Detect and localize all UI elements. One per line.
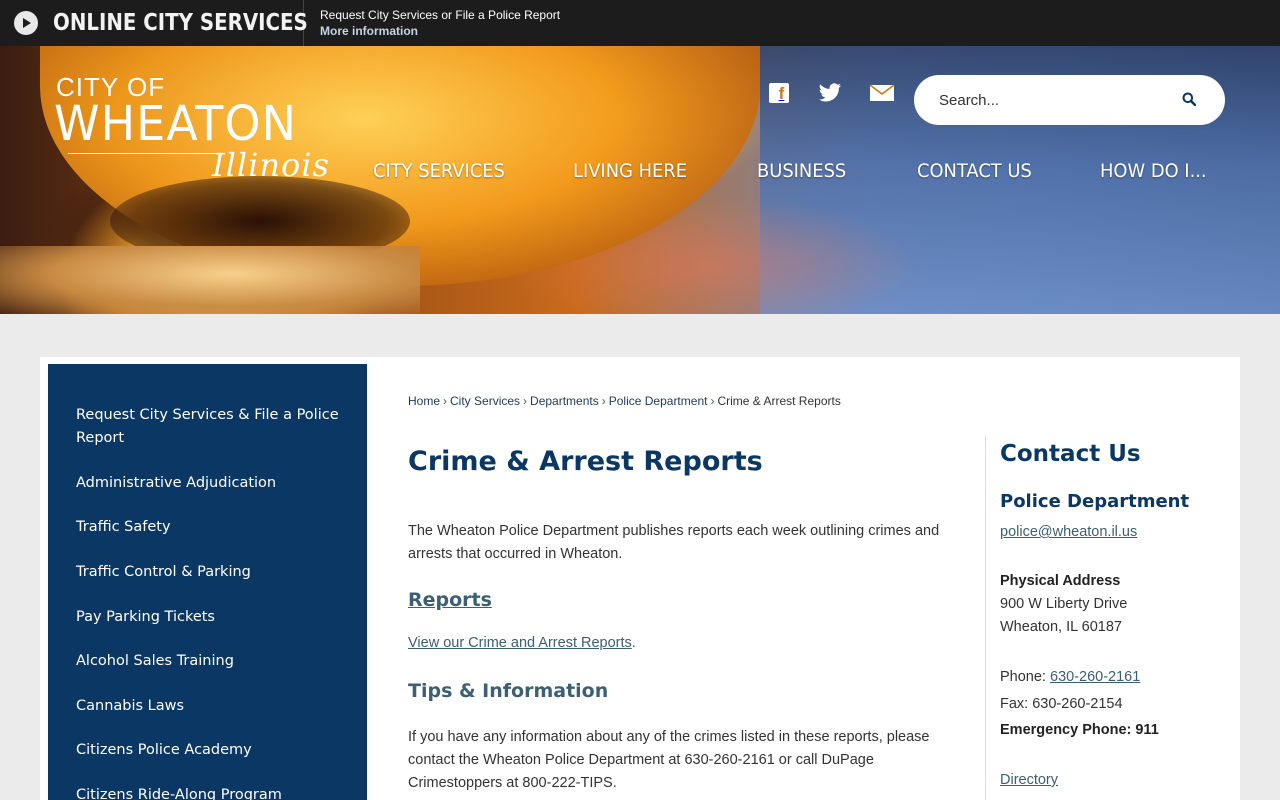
play-icon[interactable] [14, 11, 38, 35]
email-link[interactable]: police@wheaton.il.us [1000, 524, 1137, 540]
directory-link[interactable]: Directory [1000, 772, 1058, 788]
nav-contact-us[interactable]: CONTACT US [917, 160, 1032, 182]
announcement-title: Request City Services or File a Police R… [320, 8, 561, 22]
search-icon[interactable] [1182, 92, 1198, 108]
address-line-2: Wheaton, IL 60187 [1000, 619, 1122, 635]
sidebar-item-traffic-safety[interactable]: Traffic Safety [76, 516, 346, 539]
sidebar-item-pay-parking-tickets[interactable]: Pay Parking Tickets [76, 606, 346, 629]
sidebar-item-request-services[interactable]: Request City Services & File a Police Re… [76, 404, 346, 450]
page-title: Crime & Arrest Reports [408, 446, 763, 477]
twitter-icon[interactable] [818, 83, 842, 103]
main-navigation: CITY SERVICES LIVING HERE BUSINESS CONTA… [0, 160, 1280, 184]
address-label: Physical Address [1000, 573, 1121, 589]
nav-business[interactable]: BUSINESS [757, 160, 846, 182]
online-services-block[interactable]: ONLINE CITY SERVICES [0, 0, 308, 46]
department-name: Police Department [1000, 491, 1190, 512]
view-reports-link[interactable]: View our Crime and Arrest Reports [408, 635, 632, 651]
column-divider [985, 435, 986, 800]
sidebar-item-citizens-ride-along[interactable]: Citizens Ride-Along Program [76, 784, 346, 800]
sidebar-item-citizens-police-academy[interactable]: Citizens Police Academy [76, 739, 346, 762]
breadcrumb-home[interactable]: Home [408, 394, 440, 408]
breadcrumb-police-department[interactable]: Police Department [609, 394, 708, 408]
logo-rule [68, 153, 218, 154]
nav-how-do-i[interactable]: HOW DO I... [1100, 160, 1207, 182]
breadcrumb-separator: › [443, 394, 448, 408]
breadcrumb: Home › City Services › Departments › Police De… [408, 394, 841, 408]
sidebar-item-administrative-adjudication[interactable]: Administrative Adjudication [76, 472, 346, 495]
nav-city-services[interactable]: CITY SERVICES [373, 160, 505, 182]
reports-heading[interactable]: Reports [408, 589, 492, 611]
reports-paragraph: View our Crime and Arrest Reports. [408, 635, 636, 651]
breadcrumb-separator: › [523, 394, 528, 408]
directory-line: Directory [1000, 772, 1058, 788]
sidebar-item-traffic-control[interactable]: Traffic Control & Parking [76, 561, 346, 584]
more-information-link[interactable]: More information [320, 23, 560, 39]
hero-banner: CITY OF WHEATON Illinois f CITY SERVICES… [0, 46, 1280, 314]
nav-living-here[interactable]: LIVING HERE [573, 160, 687, 182]
breadcrumb-city-services[interactable]: City Services [450, 394, 520, 408]
phone-line: Phone: 630-260-2161 [1000, 669, 1140, 685]
tips-text: If you have any information about any of… [408, 729, 930, 791]
search-input[interactable] [939, 91, 1169, 109]
breadcrumb-current: Crime & Arrest Reports [717, 394, 841, 408]
emergency-phone: Emergency Phone: 911 [1000, 722, 1159, 738]
top-announcement-bar: ONLINE CITY SERVICES Request City Servic… [0, 0, 1280, 46]
content-card: Request City Services & File a Police Re… [40, 357, 1240, 800]
logo-wheaton: WHEATON [54, 96, 297, 152]
contact-title: Contact Us [1000, 441, 1141, 467]
search-box [914, 75, 1225, 125]
mail-icon[interactable] [869, 83, 895, 103]
sidebar-item-alcohol-sales-training[interactable]: Alcohol Sales Training [76, 650, 346, 673]
address-line-1: 900 W Liberty Drive [1000, 596, 1128, 612]
phone-link[interactable]: 630-260-2161 [1050, 669, 1140, 685]
sidebar-navigation: Request City Services & File a Police Re… [48, 364, 367, 800]
breadcrumb-departments[interactable]: Departments [530, 394, 599, 408]
breadcrumb-separator: › [710, 394, 715, 408]
email-line: police@wheaton.il.us [1000, 524, 1137, 540]
online-services-title[interactable]: ONLINE CITY SERVICES [53, 10, 308, 36]
facebook-icon[interactable]: f [769, 83, 789, 103]
hero-fountain-base [0, 246, 420, 314]
intro-text: The Wheaton Police Department publishes … [408, 523, 940, 562]
fax-line: Fax: 630-260-2154 [1000, 696, 1123, 712]
announcement: Request City Services or File a Police R… [304, 7, 560, 39]
phone-label: Phone: [1000, 669, 1050, 685]
sidebar-item-cannabis-laws[interactable]: Cannabis Laws [76, 695, 346, 718]
breadcrumb-separator: › [601, 394, 606, 408]
tips-heading: Tips & Information [408, 680, 609, 702]
